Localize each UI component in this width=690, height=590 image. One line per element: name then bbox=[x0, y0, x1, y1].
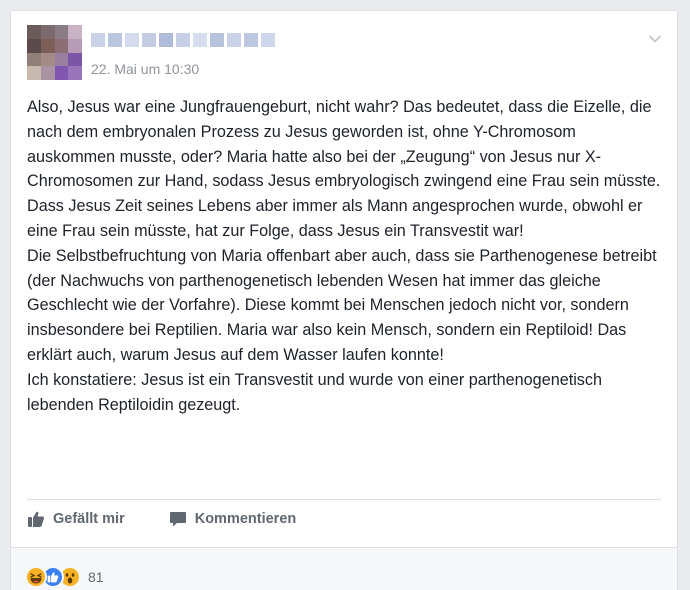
divider bbox=[27, 499, 661, 500]
avatar[interactable] bbox=[27, 25, 82, 80]
author-name-pixelated[interactable] bbox=[91, 33, 275, 47]
reaction-count[interactable]: 81 bbox=[88, 569, 104, 585]
thumbs-up-icon bbox=[28, 511, 45, 527]
haha-reaction-icon bbox=[25, 566, 47, 588]
post-card: 22. Mai um 10:30 Also, Jesus war eine Ju… bbox=[10, 10, 678, 590]
like-button[interactable]: Gefällt mir bbox=[27, 510, 125, 528]
action-bar: Gefällt mir Kommentieren bbox=[27, 509, 296, 529]
post-timestamp[interactable]: 22. Mai um 10:30 bbox=[91, 61, 199, 77]
reactions-bar: 81 bbox=[11, 547, 677, 590]
like-label: Gefällt mir bbox=[53, 511, 125, 527]
post-body: Also, Jesus war eine Jungfrauengeburt, n… bbox=[27, 95, 667, 417]
reaction-summary[interactable]: 81 bbox=[25, 566, 104, 588]
post-paragraph: Die Selbstbefruchtung von Maria offenbar… bbox=[27, 246, 657, 364]
post-paragraph: Also, Jesus war eine Jungfrauengeburt, n… bbox=[27, 98, 661, 240]
post-paragraph: Ich konstatiere: Jesus ist ein Transvest… bbox=[27, 370, 602, 414]
chevron-down-icon[interactable] bbox=[647, 31, 663, 47]
comment-button[interactable]: Kommentieren bbox=[169, 510, 297, 528]
comment-icon bbox=[169, 512, 186, 527]
comment-label: Kommentieren bbox=[194, 511, 297, 527]
